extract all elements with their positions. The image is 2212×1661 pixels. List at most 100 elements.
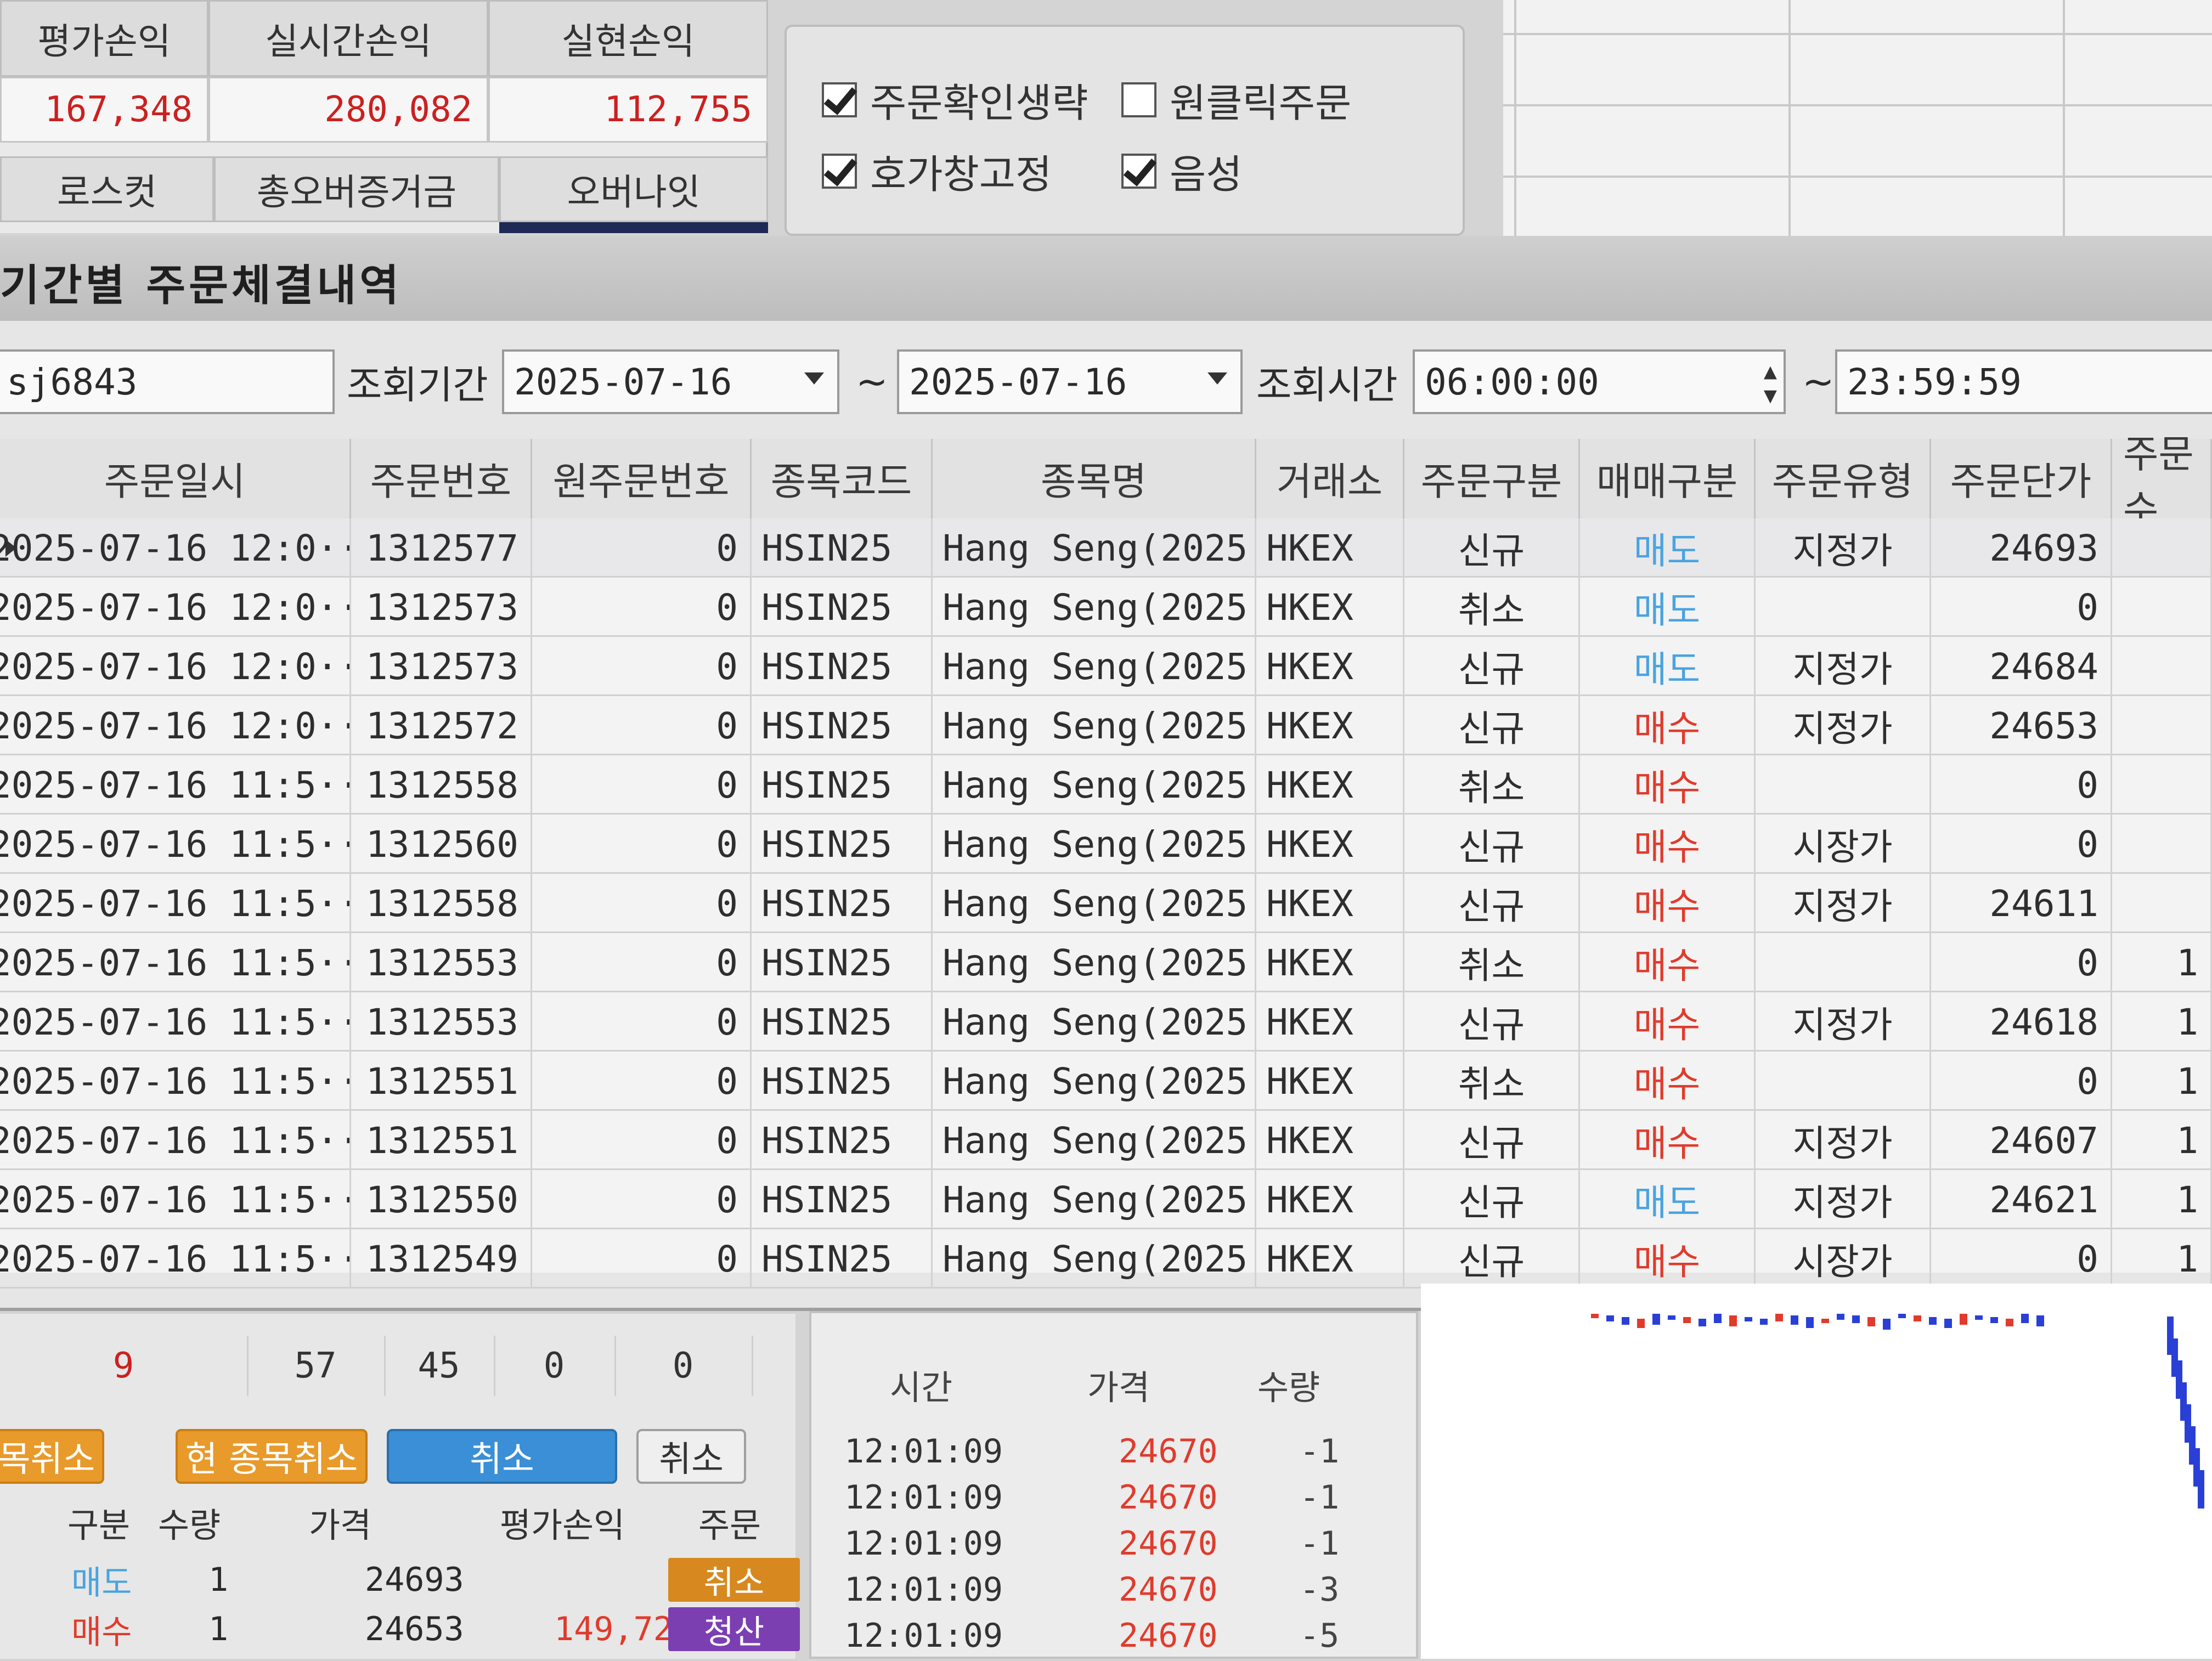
table-row[interactable]: 2025-07-16 12:0···13125730HSIN25Hang Sen… — [0, 578, 2212, 637]
cell-exch: HKEX — [1256, 1052, 1404, 1111]
col-order-type[interactable]: 주문유형 — [1756, 439, 1931, 518]
col-orig-order-no[interactable]: 원주문번호 — [532, 439, 752, 518]
price-chart-area[interactable] — [1421, 1284, 2212, 1659]
table-row[interactable]: 2025-07-16 11:5···13125580HSIN25Hang Sen… — [0, 755, 2212, 815]
realtime-pnl-value: 280,082 — [208, 77, 488, 143]
stat-value: 0 — [494, 1336, 616, 1396]
candle — [1990, 1317, 1998, 1323]
candle — [1606, 1315, 1614, 1321]
window-title-bar[interactable]: 기간별 주문체결내역 — [0, 236, 2212, 321]
col-order-price[interactable]: 주문단가 — [1931, 439, 2112, 518]
table-row[interactable]: 2025-07-16 11:5···13125490HSIN25Hang Sen… — [0, 1229, 2212, 1289]
cell-orig: 0 — [532, 696, 752, 755]
col-order-no[interactable]: 주문번호 — [351, 439, 532, 518]
col-order-time[interactable]: 주문일시 — [0, 439, 351, 518]
candle — [1821, 1319, 1829, 1323]
cell-time: 2025-07-16 12:0··· — [0, 696, 351, 755]
cell-no: 1312573 — [351, 578, 532, 637]
table-row[interactable]: 2025-07-16 12:0···13125730HSIN25Hang Sen… — [0, 637, 2212, 696]
pos-header-pnl: 평가손익 — [499, 1505, 625, 1545]
cell-type — [1756, 755, 1931, 815]
cell-name: Hang Seng(2025··· — [933, 1170, 1256, 1229]
overnight-header: 오버나잇 — [499, 156, 768, 222]
cell-time: 2025-07-16 11:5··· — [0, 933, 351, 992]
time-label: 조회시간 — [1256, 362, 1398, 408]
candle — [1852, 1315, 1860, 1323]
cell-price: 0 — [1931, 755, 2112, 815]
cancel-button[interactable]: 취소 — [387, 1429, 617, 1484]
table-row[interactable]: 2025-07-16 11:5···13125530HSIN25Hang Sen… — [0, 992, 2212, 1052]
table-row[interactable]: 2025-07-16 12:0···13125720HSIN25Hang Sen… — [0, 696, 2212, 755]
candle — [1745, 1317, 1752, 1321]
cell-orig: 0 — [532, 933, 752, 992]
cancel-symbol-button[interactable]: 현 종목취소 — [176, 1429, 368, 1484]
realtime-pnl-header: 실시간손익 — [208, 0, 488, 77]
cell-code: HSIN25 — [752, 696, 933, 755]
table-row[interactable]: 2025-07-16 11:5···13125530HSIN25Hang Sen… — [0, 933, 2212, 992]
cell-side: 매수 — [1580, 815, 1756, 874]
fix-quote-window-label: 호가창고정 — [870, 151, 1052, 197]
cancel-secondary-button[interactable]: 취소 — [636, 1429, 746, 1484]
cancel-all-button[interactable]: 목취소 — [0, 1429, 104, 1484]
col-order-qty[interactable]: 주문수 — [2112, 432, 2212, 532]
cell-exch: HKEX — [1256, 1229, 1404, 1289]
cell-price: 24621 — [1931, 1170, 2112, 1229]
time-from-spinner[interactable]: 06:00:00 ▲ ▼ — [1413, 349, 1786, 414]
cell-side: 매도 — [1580, 518, 1756, 578]
date-from-select[interactable]: 2025-07-16 — [502, 349, 839, 414]
table-row[interactable]: 2025-07-16 12:0···13125770HSIN25Hang Sen… — [0, 518, 2212, 578]
one-click-order-option[interactable]: 원클릭주문 — [1121, 71, 1351, 128]
col-side[interactable]: 매매구분 — [1580, 439, 1756, 518]
voice-checkbox[interactable] — [1121, 153, 1156, 189]
chevron-down-icon[interactable] — [1207, 372, 1227, 385]
one-click-order-checkbox[interactable] — [1121, 82, 1156, 117]
chevron-down-icon[interactable] — [804, 372, 824, 385]
skip-order-confirm-checkbox[interactable] — [822, 82, 857, 117]
table-row[interactable]: 2025-07-16 11:5···13125600HSIN25Hang Sen… — [0, 815, 2212, 874]
voice-label: 음성 — [1170, 151, 1243, 197]
cell-name: Hang Seng(2025··· — [933, 637, 1256, 696]
grid-line — [1503, 33, 2212, 35]
cell-time: 2025-07-16 11:5··· — [0, 1170, 351, 1229]
table-row[interactable]: 2025-07-16 11:5···13125510HSIN25Hang Sen… — [0, 1111, 2212, 1170]
cell-side: 매수 — [1580, 755, 1756, 815]
cell-exch: HKEX — [1256, 755, 1404, 815]
account-field[interactable]: sj6843 — [0, 349, 335, 414]
col-exchange[interactable]: 거래소 — [1256, 439, 1404, 518]
cell-price: 0 — [1931, 1052, 2112, 1111]
skip-order-confirm-option[interactable]: 주문확인생략 — [822, 71, 1088, 128]
cell-price: 0 — [1931, 1229, 2112, 1289]
cell-exch: HKEX — [1256, 815, 1404, 874]
time-to-field[interactable]: 23:59:59 — [1835, 349, 2212, 414]
voice-option[interactable]: 음성 — [1121, 142, 1242, 200]
cell-qty: 1 — [2112, 1229, 2212, 1289]
fix-quote-window-option[interactable]: 호가창고정 — [822, 142, 1052, 200]
table-row[interactable]: 2025-07-16 11:5···13125580HSIN25Hang Sen… — [0, 874, 2212, 933]
col-symbol-code[interactable]: 종목코드 — [752, 439, 933, 518]
spinner-arrows-icon[interactable]: ▲ ▼ — [1764, 359, 1777, 408]
window-title: 기간별 주문체결내역 — [0, 261, 402, 310]
pos-cancel-button[interactable]: 취소 — [668, 1558, 800, 1602]
cell-side: 매도 — [1580, 637, 1756, 696]
total-overnight-margin-header: 총오버증거금 — [214, 156, 499, 222]
col-order-kind[interactable]: 주문구분 — [1404, 439, 1580, 518]
cell-side: 매수 — [1580, 1229, 1756, 1289]
cell-time: 2025-07-16 12:0··· — [0, 637, 351, 696]
cell-kind: 취소 — [1404, 755, 1580, 815]
cell-side: 매수 — [1580, 1052, 1756, 1111]
cell-name: Hang Seng(2025··· — [933, 518, 1256, 578]
candle — [1775, 1314, 1783, 1321]
table-row[interactable]: 2025-07-16 11:5···13125500HSIN25Hang Sen… — [0, 1170, 2212, 1229]
fix-quote-window-checkbox[interactable] — [822, 153, 857, 189]
cell-name: Hang Seng(2025··· — [933, 815, 1256, 874]
cell-type — [1756, 1052, 1931, 1111]
cell-qty — [2112, 578, 2212, 637]
table-header: 주문일시 주문번호 원주문번호 종목코드 종목명 거래소 주문구분 매매구분 주… — [0, 432, 2212, 532]
col-symbol-name[interactable]: 종목명 — [933, 439, 1256, 518]
table-row[interactable]: 2025-07-16 11:5···13125510HSIN25Hang Sen… — [0, 1052, 2212, 1111]
period-tilde: ~ — [856, 359, 888, 404]
date-to-select[interactable]: 2025-07-16 — [897, 349, 1243, 414]
cell-code: HSIN25 — [752, 1229, 933, 1289]
tick-price: 24670 — [1119, 1524, 1218, 1563]
pos-liquidate-button[interactable]: 청산 — [668, 1607, 800, 1652]
